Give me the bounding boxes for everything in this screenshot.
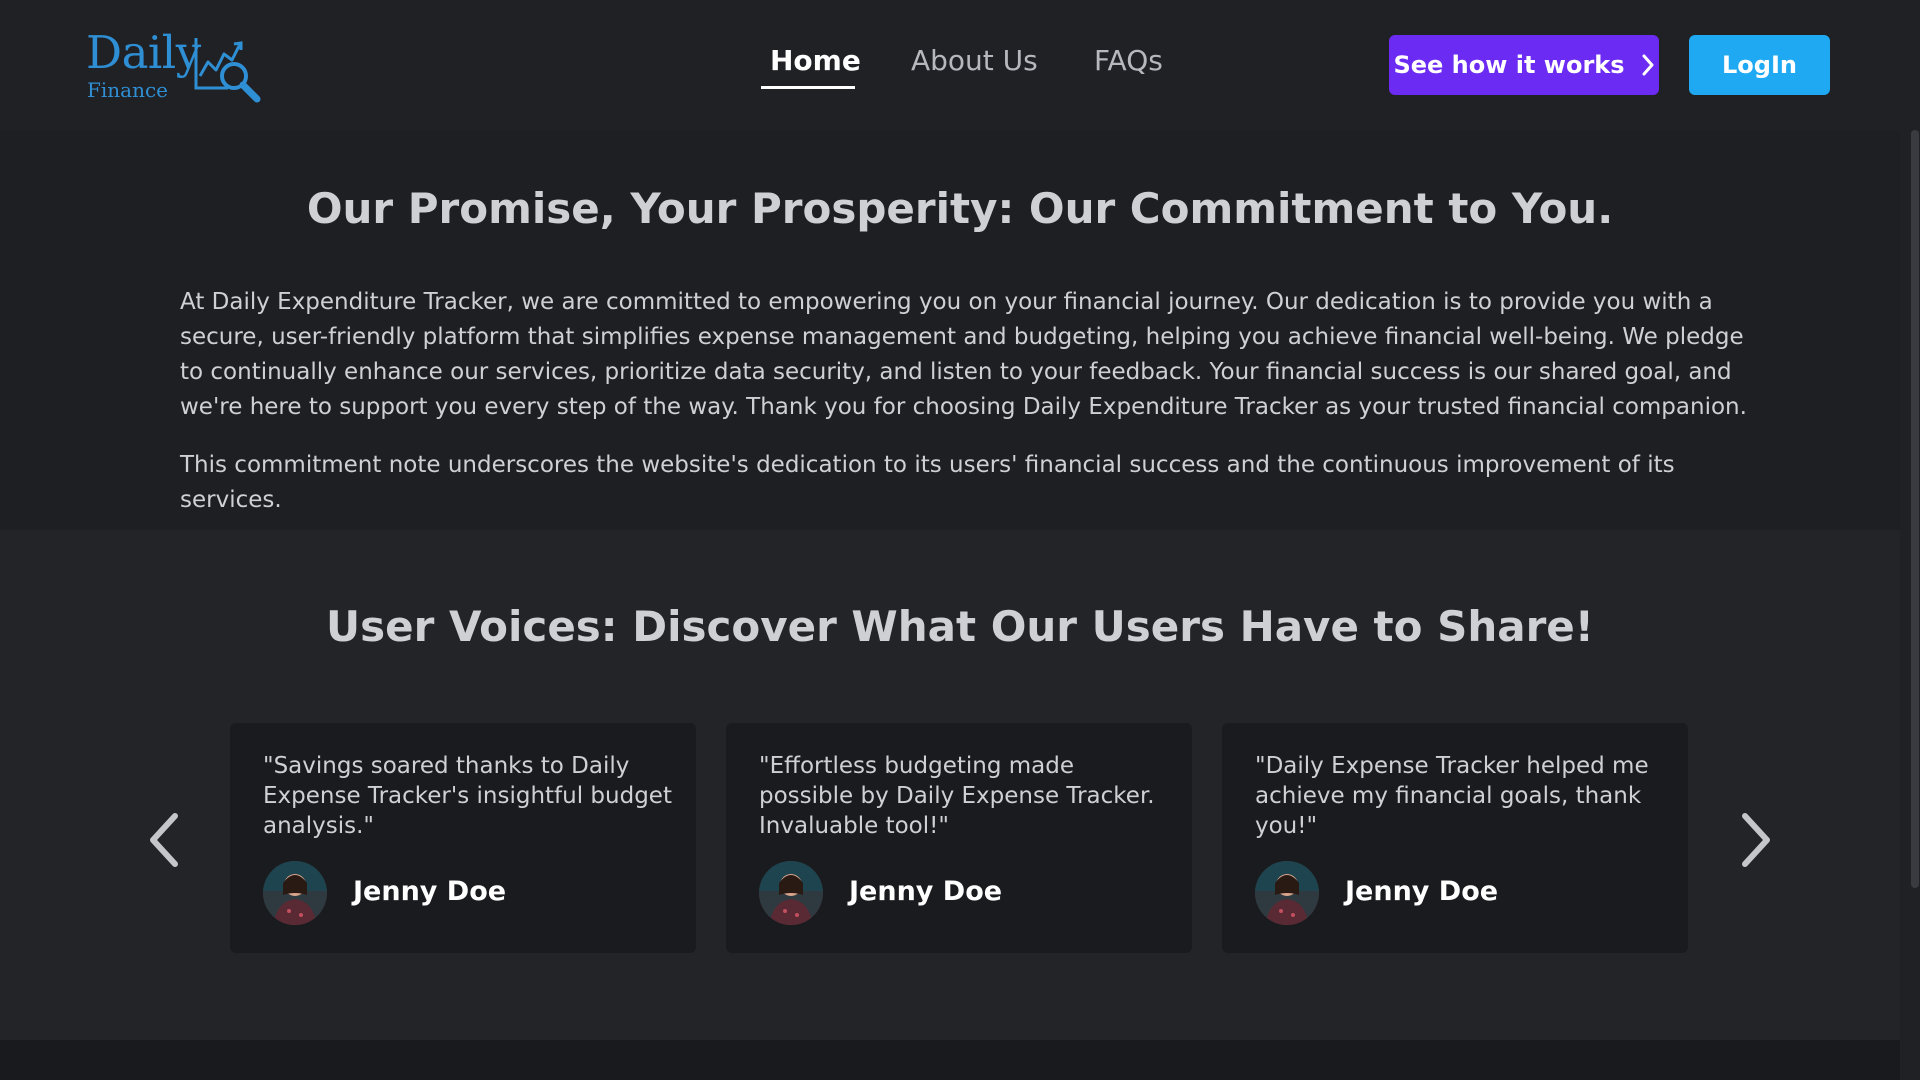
- site-header: Daily Finance Home About Us FAQs See how…: [0, 0, 1900, 130]
- testimonial-card: "Savings soared thanks to Daily Expense …: [230, 723, 696, 953]
- chevron-right-icon[interactable]: [1735, 810, 1775, 870]
- logo-subtitle: Finance: [87, 78, 168, 102]
- testimonial-quote: "Daily Expense Tracker helped me achieve…: [1255, 753, 1649, 839]
- commitment-note: This commitment note underscores the web…: [180, 452, 1675, 513]
- nav-faqs[interactable]: FAQs: [1094, 44, 1163, 77]
- testimonial-card: "Effortless budgeting made possible by D…: [726, 723, 1192, 953]
- avatar: [1255, 861, 1319, 925]
- nav-about-us[interactable]: About Us: [911, 44, 1038, 77]
- testimonial-author: Jenny Doe: [353, 876, 507, 907]
- see-how-it-works-button[interactable]: See how it works: [1389, 35, 1659, 95]
- commitment-section: Our Promise, Your Prosperity: Our Commit…: [0, 130, 1900, 530]
- testimonials-section: User Voices: Discover What Our Users Hav…: [0, 530, 1900, 1040]
- see-how-it-works-label: See how it works: [1393, 51, 1625, 79]
- avatar: [759, 861, 823, 925]
- testimonials-title: User Voices: Discover What Our Users Hav…: [326, 602, 1594, 651]
- active-nav-underline: [761, 86, 855, 89]
- login-button[interactable]: LogIn: [1689, 35, 1830, 95]
- testimonial-author: Jenny Doe: [1345, 876, 1499, 907]
- nav-home[interactable]: Home: [770, 44, 861, 77]
- login-label: LogIn: [1722, 51, 1797, 79]
- scrollbar-thumb[interactable]: [1911, 130, 1919, 888]
- site-logo[interactable]: Daily Finance: [86, 24, 266, 104]
- chart-magnifier-icon: [194, 38, 261, 103]
- testimonial-quote: "Effortless budgeting made possible by D…: [759, 753, 1155, 839]
- testimonial-quote: "Savings soared thanks to Daily Expense …: [263, 753, 672, 839]
- commitment-title: Our Promise, Your Prosperity: Our Commit…: [306, 184, 1614, 233]
- avatar: [263, 861, 327, 925]
- chevron-left-icon[interactable]: [145, 810, 185, 870]
- footer-edge: [0, 1040, 1900, 1080]
- page-scrollbar[interactable]: [1900, 0, 1920, 1080]
- testimonial-card: "Daily Expense Tracker helped me achieve…: [1222, 723, 1688, 953]
- testimonial-author: Jenny Doe: [849, 876, 1003, 907]
- commitment-body: At Daily Expenditure Tracker, we are com…: [180, 289, 1747, 420]
- chevron-right-icon: [1642, 54, 1654, 76]
- logo-title: Daily: [86, 26, 201, 79]
